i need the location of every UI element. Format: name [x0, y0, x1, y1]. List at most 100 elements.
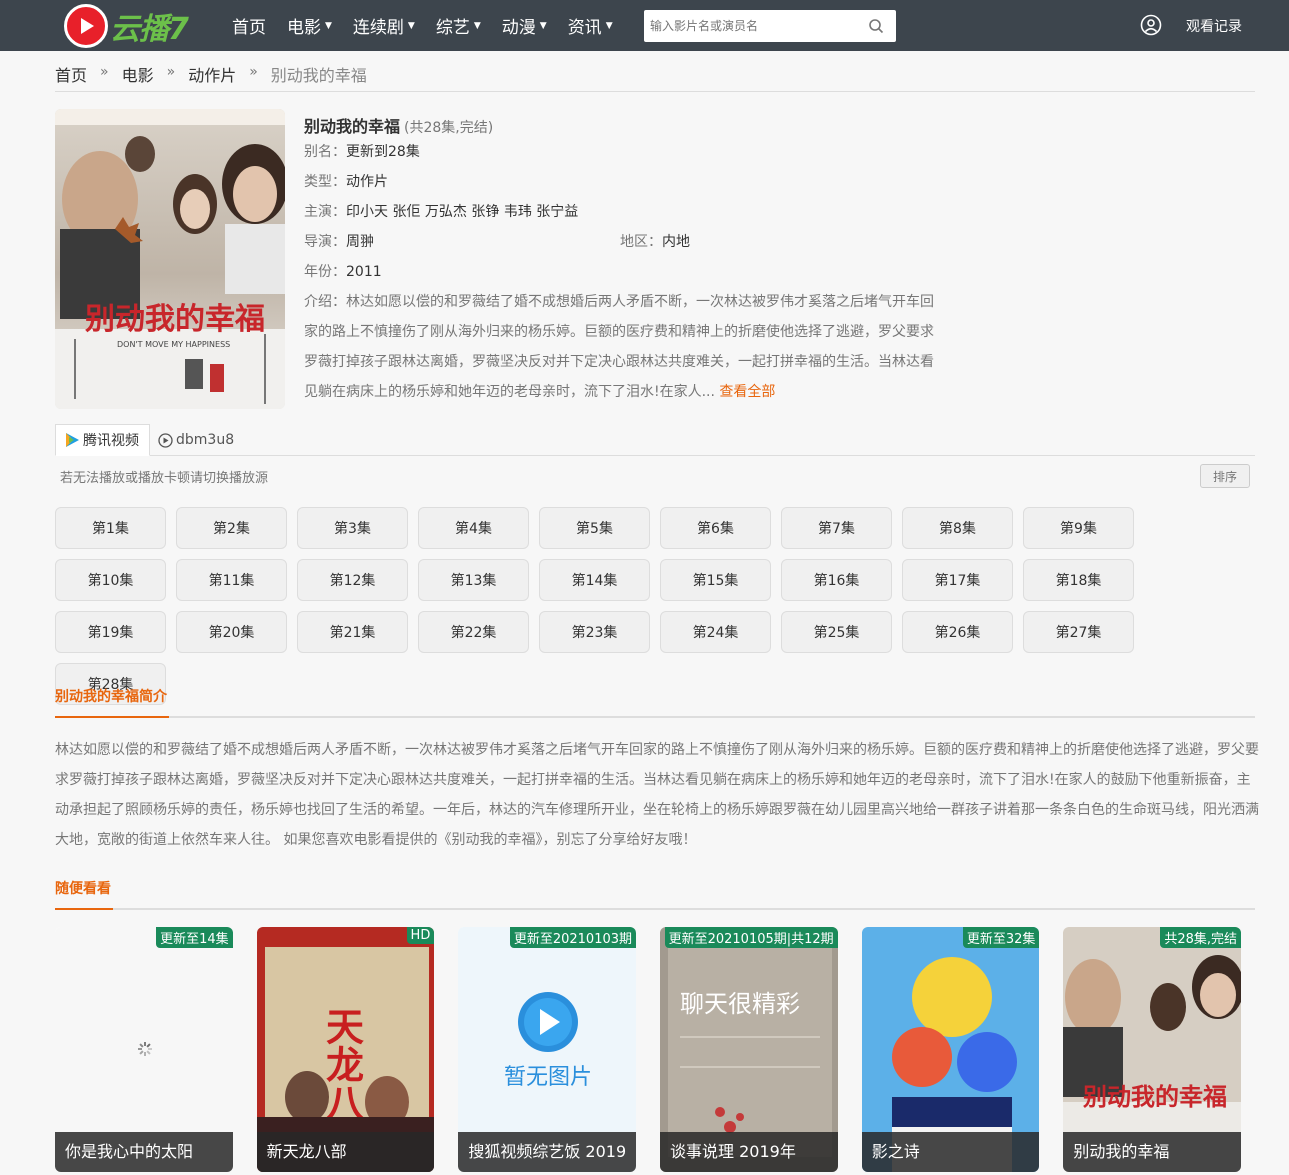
- episode-button[interactable]: 第4集: [418, 507, 529, 549]
- episode-button[interactable]: 第12集: [297, 559, 408, 601]
- user-icon[interactable]: [1140, 14, 1162, 36]
- episode-button[interactable]: 第15集: [660, 559, 771, 601]
- tencent-video-icon: [66, 433, 79, 447]
- episode-button[interactable]: 第14集: [539, 559, 650, 601]
- episode-button[interactable]: 第6集: [660, 507, 771, 549]
- episode-button[interactable]: 第8集: [902, 507, 1013, 549]
- tab-dbm3u8[interactable]: dbm3u8: [150, 424, 244, 456]
- nav-item-5[interactable]: 资讯 ▼: [568, 13, 613, 38]
- related-card[interactable]: 暂无图片 更新至20210103期 搜狐视频综艺饭 2019: [458, 927, 637, 1172]
- card-badge: 更新至20210105期|共12期: [664, 927, 838, 948]
- card-badge: 更新至14集: [156, 927, 233, 948]
- episode-list: 第1集 第2集 第3集 第4集 第5集 第6集 第7集 第8集 第9集 第10集 第11集 第12集第…: [55, 507, 1260, 715]
- view-all-link[interactable]: 查看全部: [719, 384, 775, 400]
- episode-button[interactable]: 第18集: [1023, 559, 1134, 601]
- episode-button[interactable]: 第20集: [176, 611, 287, 653]
- svg-text:聊天很精彩: 聊天很精彩: [680, 990, 800, 1018]
- episode-button[interactable]: 第2集: [176, 507, 287, 549]
- episode-button[interactable]: 第26集: [902, 611, 1013, 653]
- year-label: 年份：: [304, 264, 346, 280]
- watch-history-link[interactable]: 观看记录: [1186, 16, 1242, 36]
- card-title: 新天龙八部: [256, 1132, 435, 1172]
- episode-button[interactable]: 第13集: [418, 559, 529, 601]
- episode-button[interactable]: 第24集: [660, 611, 771, 653]
- sort-button[interactable]: 排序: [1200, 464, 1250, 488]
- related-header: 随便看看: [55, 878, 1255, 910]
- related-card[interactable]: 更新至32集 影之诗: [861, 927, 1040, 1172]
- episode-button[interactable]: 第22集: [418, 611, 529, 653]
- breadcrumb-home[interactable]: 首页: [55, 62, 87, 86]
- cast-value[interactable]: 印小天 张佢 万弘杰 张铮 韦玮 张宁益: [346, 204, 578, 220]
- region-value: 内地: [662, 234, 690, 250]
- nav-item-label: 综艺: [435, 18, 470, 38]
- caret-down-icon: ▼: [407, 20, 415, 31]
- site-logo[interactable]: 云播7: [64, 4, 214, 48]
- card-badge: 更新至20210103期: [509, 927, 637, 948]
- episode-button[interactable]: 第19集: [55, 611, 166, 653]
- breadcrumb-separator: »: [166, 64, 176, 80]
- nav-item-4[interactable]: 动漫 ▼: [502, 13, 547, 38]
- caret-down-icon: ▼: [605, 20, 613, 31]
- type-label: 类型：: [304, 174, 346, 190]
- episode-button[interactable]: 第1集: [55, 507, 166, 549]
- movie-info: 别动我的幸福 (共28集,完结) 别名：更新到28集 类型：动作片 主演：印小天 …: [304, 113, 944, 407]
- episode-button[interactable]: 第3集: [297, 507, 408, 549]
- breadcrumb-movie[interactable]: 电影: [122, 62, 154, 86]
- episode-status: (共28集,完结): [404, 120, 494, 136]
- nav-item-label: 电影: [287, 18, 321, 38]
- poster-subtitle-text: DON'T MOVE MY HAPPINESS: [117, 340, 230, 349]
- episode-button[interactable]: 第5集: [539, 507, 650, 549]
- tab-tencent-video[interactable]: 腾讯视频: [55, 424, 150, 456]
- top-header: 云播7 首页电影▼连续剧▼综艺▼动漫▼资讯▼ 观看记录: [0, 0, 1289, 51]
- tab-dbm3u8-label: dbm3u8: [176, 432, 235, 448]
- card-title: 别动我的幸福: [1063, 1132, 1242, 1172]
- year-row: 年份：2011: [304, 257, 944, 287]
- main-nav: 首页 电影 ▼ 连续剧 ▼ 综艺 ▼ 动漫 ▼ 资讯 ▼: [232, 0, 634, 51]
- type-value[interactable]: 动作片: [346, 174, 388, 190]
- svg-text:别动我的幸福: 别动我的幸福: [1082, 1082, 1227, 1111]
- related-heading: 随便看看: [55, 878, 113, 910]
- breadcrumb-action[interactable]: 动作片: [188, 62, 236, 86]
- related-list: 更新至14集 你是我心中的太阳 天龙八部 HD 新天龙八部 暂无图片 更新至20210103…: [55, 927, 1265, 1172]
- search-input[interactable]: [644, 10, 854, 42]
- nav-item-3[interactable]: 综艺 ▼: [436, 13, 481, 38]
- breadcrumb-separator: »: [249, 64, 258, 80]
- play-circle-icon: [158, 432, 173, 448]
- type-row: 类型：动作片: [304, 167, 944, 197]
- director-value[interactable]: 周翀: [346, 234, 374, 250]
- related-card[interactable]: 别动我的幸福 共28集,完结 别动我的幸福: [1063, 927, 1242, 1172]
- play-logo-icon: [64, 4, 108, 48]
- movie-poster[interactable]: 别动我的幸福 DON'T MOVE MY HAPPINESS: [55, 109, 285, 409]
- episode-button[interactable]: 第21集: [297, 611, 408, 653]
- episode-button[interactable]: 第10集: [55, 559, 166, 601]
- episode-button[interactable]: 第17集: [902, 559, 1013, 601]
- tab-tencent-label: 腾讯视频: [83, 433, 139, 449]
- card-title: 你是我心中的太阳: [55, 1132, 233, 1172]
- cast-row: 主演：印小天 张佢 万弘杰 张铮 韦玮 张宁益: [304, 197, 944, 227]
- episode-button[interactable]: 第27集: [1023, 611, 1134, 653]
- related-card[interactable]: 更新至14集你是我心中的太阳: [55, 927, 233, 1172]
- card-badge: 更新至32集: [962, 927, 1040, 948]
- nav-item-label: 首页: [232, 18, 266, 38]
- caret-down-icon: ▼: [325, 20, 332, 31]
- related-card[interactable]: 天龙八部 HD 新天龙八部: [256, 927, 435, 1172]
- director-region-row: 导演：周翀 地区：内地: [304, 227, 944, 257]
- episode-button[interactable]: 第9集: [1023, 507, 1134, 549]
- episode-button[interactable]: 第16集: [781, 559, 892, 601]
- nav-item-0[interactable]: 首页: [232, 13, 266, 38]
- card-badge: HD: [406, 927, 435, 944]
- nav-item-2[interactable]: 连续剧 ▼: [353, 13, 415, 38]
- nav-item-1[interactable]: 电影 ▼: [287, 13, 332, 38]
- episode-button[interactable]: 第23集: [539, 611, 650, 653]
- movie-title: 别动我的幸福: [304, 117, 401, 136]
- breadcrumb-separator: »: [100, 64, 109, 80]
- movie-title-row: 别动我的幸福 (共28集,完结): [304, 113, 944, 137]
- episode-button[interactable]: 第25集: [781, 611, 892, 653]
- episode-button[interactable]: 第7集: [781, 507, 892, 549]
- episode-button[interactable]: 第11集: [176, 559, 287, 601]
- intro-value: 林达如愿以偿的和罗薇结了婚不成想婚后两人矛盾不断，一次林达被罗伟才奚落之后堵气开…: [304, 294, 934, 400]
- search-icon[interactable]: [868, 18, 884, 34]
- card-title: 搜狐视频综艺饭 2019: [458, 1132, 637, 1172]
- related-card[interactable]: 聊天很精彩 更新至20210105期|共12期 谈事说理 2019年: [660, 927, 838, 1172]
- breadcrumb: 首页 » 电影 » 动作片 » 别动我的幸福: [55, 62, 1255, 92]
